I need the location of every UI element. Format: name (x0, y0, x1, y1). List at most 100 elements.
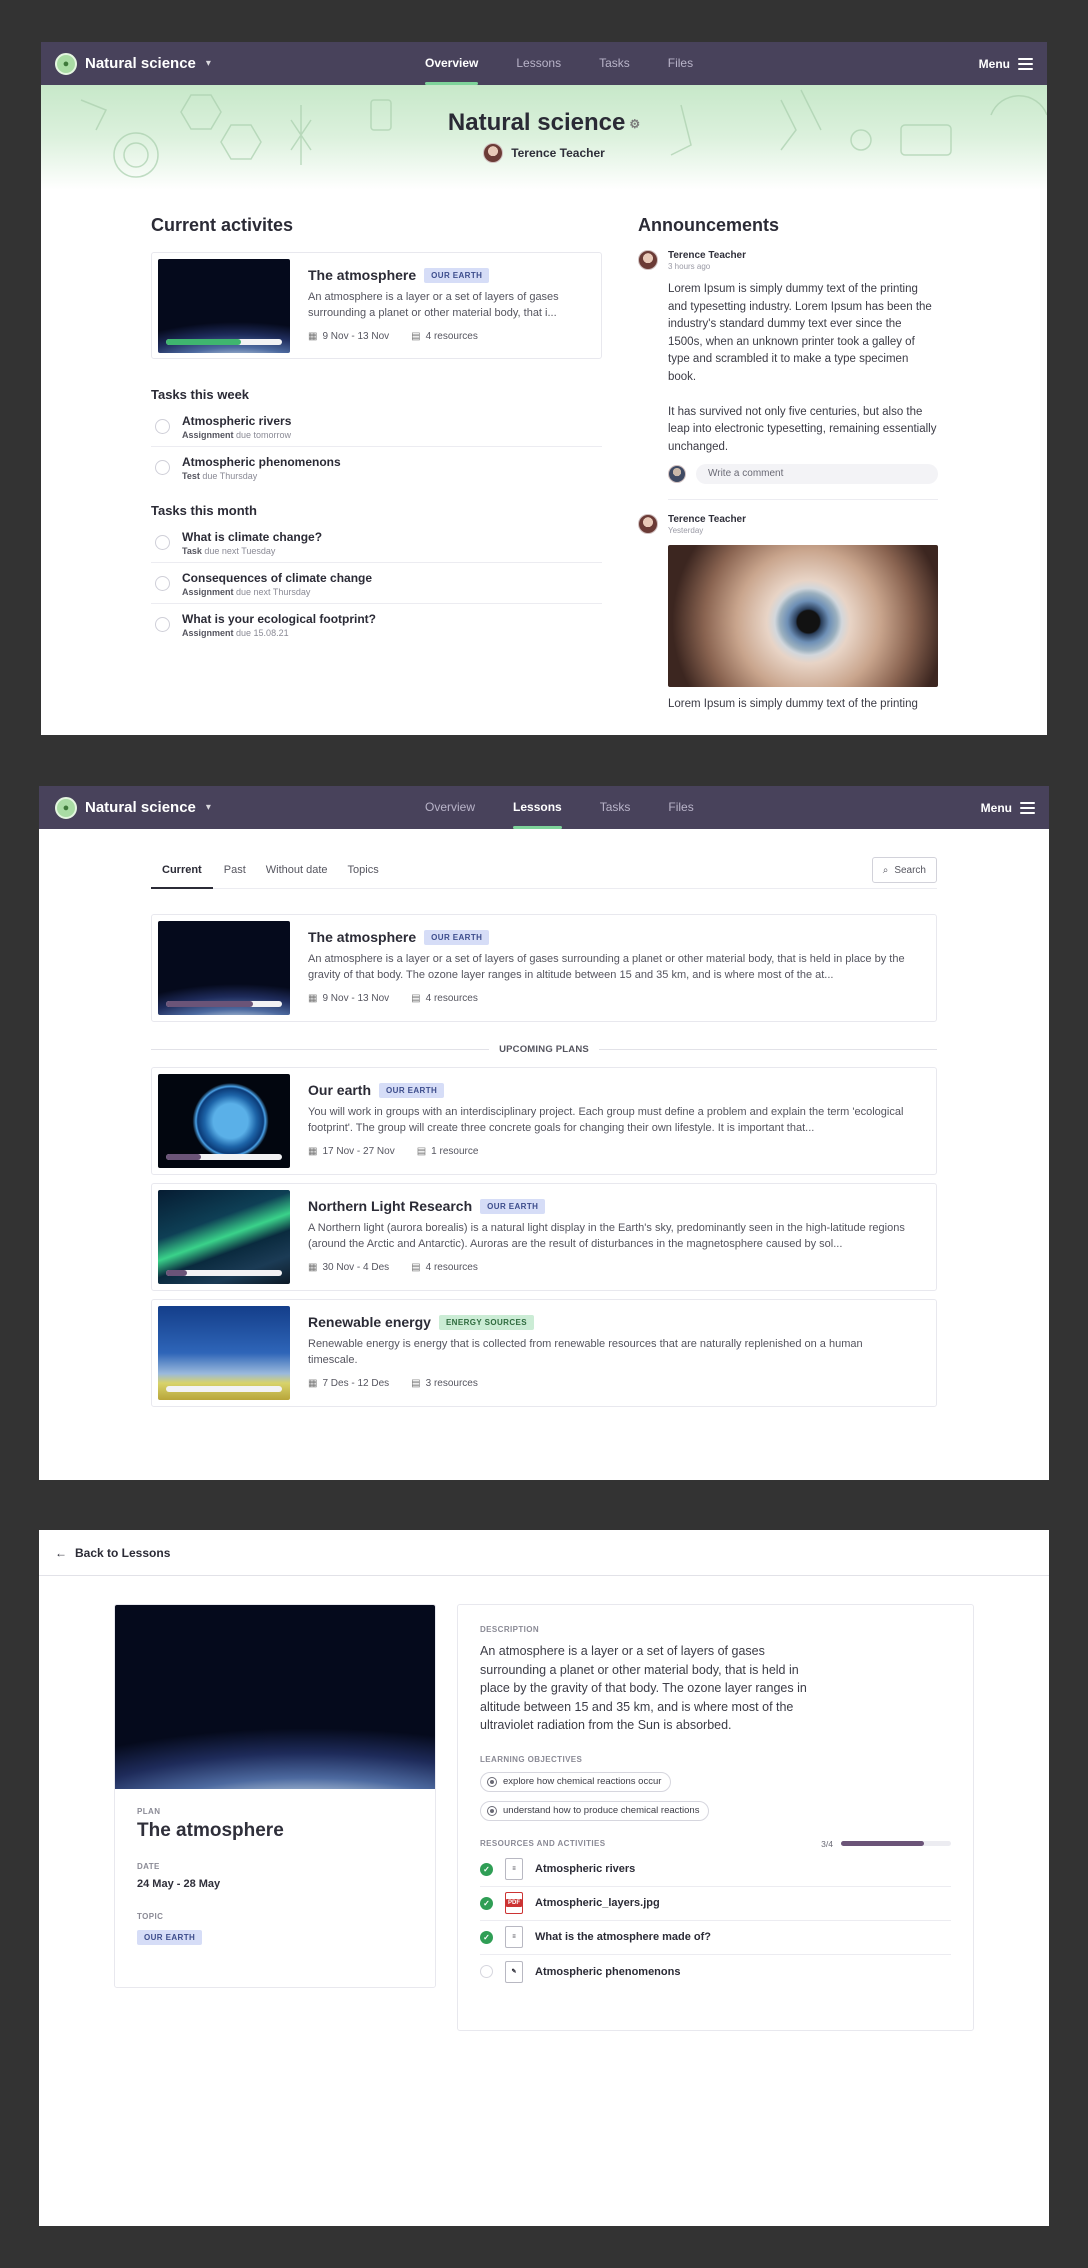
course-logo-icon: ● (55, 796, 77, 819)
resource-name: Atmospheric_layers.jpg (535, 1897, 660, 1909)
lessons-subtabs: Current Past Without date Topics (151, 864, 937, 889)
author-name[interactable]: Terence Teacher (668, 250, 746, 261)
task-name: Atmospheric phenomenons (182, 455, 341, 469)
topic-badge[interactable]: OUR EARTH (137, 1930, 203, 1945)
calendar-icon: ▦ (308, 331, 318, 342)
target-icon (487, 1805, 497, 1816)
lesson-card[interactable]: Renewable energy ENERGY SOURCES Renewable… (151, 1299, 937, 1407)
tab-overview[interactable]: Overview (425, 42, 479, 85)
objective-text: understand how to produce chemical react… (503, 1805, 700, 1816)
course-teacher[interactable]: Terence Teacher (41, 143, 1047, 163)
check-icon: ✓ (480, 1862, 493, 1876)
topic-badge: OUR EARTH (379, 1082, 445, 1098)
course-switcher[interactable]: ● Natural science ▾ (55, 42, 211, 85)
resource-item[interactable]: ✎ Atmospheric phenomenons (480, 1955, 951, 1989)
tab-overview[interactable]: Overview (425, 786, 475, 829)
document-icon: ▤ (411, 1262, 421, 1273)
task-type: Assignment (182, 628, 234, 638)
lesson-thumbnail (158, 1190, 290, 1284)
author-name[interactable]: Terence Teacher (668, 514, 746, 525)
activity-thumbnail (158, 259, 290, 353)
activity-progress-bar (166, 339, 282, 345)
lessons-screen: ● Natural science ▾ Overview Lessons Tas… (39, 786, 1049, 1480)
lesson-thumbnail (158, 921, 290, 1015)
lesson-card[interactable]: The atmosphere OUR EARTH An atmosphere is… (151, 914, 937, 1022)
comment-input[interactable]: Write a comment (696, 464, 938, 485)
gear-icon[interactable]: ⚙ (629, 117, 640, 131)
resources-progress-fill (841, 1841, 924, 1846)
lesson-resources: 4 resources (425, 993, 478, 1004)
course-logo-icon: ● (55, 52, 77, 75)
tab-files[interactable]: Files (668, 786, 693, 829)
tab-lessons[interactable]: Lessons (516, 42, 561, 85)
top-bar: ● Natural science ▾ Overview Lessons Tas… (41, 42, 1047, 85)
announcement-post: Terence Teacher Yesterday Lorem Ipsum is … (638, 514, 938, 714)
lesson-date: 30 Nov - 4 Des (322, 1262, 390, 1273)
tab-tasks[interactable]: Tasks (600, 786, 631, 829)
subtab-without-date[interactable]: Without date (266, 864, 328, 888)
task-checkbox[interactable] (155, 535, 170, 550)
chevron-down-icon: ▾ (205, 58, 211, 69)
task-checkbox[interactable] (155, 617, 170, 632)
task-name: What is your ecological footprint? (182, 612, 377, 626)
task-item[interactable]: What is climate change? Task due next Tue… (151, 522, 602, 563)
subtab-current[interactable]: Current (151, 864, 213, 889)
pdf-icon: PDF (505, 1892, 523, 1914)
task-due: due 15.08.21 (236, 628, 289, 638)
plan-date: 24 May - 28 May (137, 1878, 221, 1890)
tasks-week-heading: Tasks this week (151, 387, 250, 402)
plan-description: An atmosphere is a layer or a set of lay… (480, 1644, 807, 1732)
back-to-lessons-link[interactable]: ← Back to Lessons (39, 1530, 1049, 1576)
resource-item[interactable]: ✓ ≡ What is the atmosphere made of? (480, 1921, 951, 1955)
lesson-date: 7 Des - 12 Des (322, 1378, 390, 1389)
check-icon: ✓ (480, 1896, 493, 1910)
subtab-past[interactable]: Past (224, 864, 246, 888)
topic-badge: ENERGY SOURCES (438, 1314, 534, 1330)
task-checkbox[interactable] (155, 419, 170, 434)
activity-description: An atmosphere is a layer or a set of lay… (308, 291, 559, 319)
resource-name: What is the atmosphere made of? (535, 1931, 712, 1943)
course-name: Natural science (85, 55, 196, 72)
resources-label: RESOURCES AND ACTIVITIES (480, 1839, 606, 1848)
lesson-description: Renewable energy is energy that is colle… (308, 1338, 863, 1366)
tab-tasks[interactable]: Tasks (599, 42, 630, 85)
task-type: Assignment (182, 430, 234, 440)
activity-card[interactable]: The atmosphere OUR EARTH An atmosphere is… (151, 252, 602, 359)
post-image[interactable] (668, 545, 938, 688)
course-switcher[interactable]: ● Natural science ▾ (55, 786, 211, 829)
resource-item[interactable]: ✓ ≡ Atmospheric rivers (480, 1853, 951, 1887)
subtab-topics[interactable]: Topics (348, 864, 379, 888)
tab-lessons[interactable]: Lessons (513, 786, 562, 829)
calendar-icon: ▦ (308, 1146, 318, 1157)
objective-chip: understand how to produce chemical react… (480, 1800, 710, 1821)
check-icon: ✓ (480, 1930, 493, 1944)
resource-item[interactable]: ✓ PDF Atmospheric_layers.jpg (480, 1887, 951, 1921)
task-name: Consequences of climate change (182, 571, 373, 585)
task-name: Atmospheric rivers (182, 414, 292, 428)
task-due: due Thursday (202, 471, 258, 481)
quiz-icon: ✎ (505, 1960, 523, 1983)
menu-button[interactable]: Menu (981, 786, 1035, 829)
activity-date: 9 Nov - 13 Nov (322, 331, 390, 342)
objectives-list: explore how chemical reactions occur und… (480, 1771, 951, 1829)
task-item[interactable]: Atmospheric phenomenons Test due Thursday (151, 447, 602, 487)
tab-files[interactable]: Files (668, 42, 693, 85)
lesson-title: Renewable energy (308, 1314, 431, 1330)
task-checkbox[interactable] (155, 576, 170, 591)
task-item[interactable]: Consequences of climate change Assignment… (151, 563, 602, 604)
lesson-card[interactable]: Our earth OUR EARTH You will work in grou… (151, 1067, 937, 1175)
document-icon: ▤ (411, 331, 421, 342)
menu-button[interactable]: Menu (979, 42, 1033, 85)
lesson-card[interactable]: Northern Light Research OUR EARTH A North… (151, 1183, 937, 1291)
post-time: 3 hours ago (668, 262, 711, 271)
task-checkbox[interactable] (155, 460, 170, 475)
document-icon: ▤ (411, 993, 421, 1004)
lesson-thumbnail (158, 1306, 290, 1400)
plan-image (115, 1605, 435, 1789)
task-item[interactable]: What is your ecological footprint? Assign… (151, 604, 602, 644)
task-item[interactable]: Atmospheric rivers Assignment due tomorro… (151, 406, 602, 447)
task-due: due tomorrow (236, 430, 292, 440)
topic-badge: OUR EARTH (424, 267, 490, 283)
menu-label: Menu (980, 800, 1012, 815)
search-button[interactable]: ⌕ Search (871, 857, 937, 883)
